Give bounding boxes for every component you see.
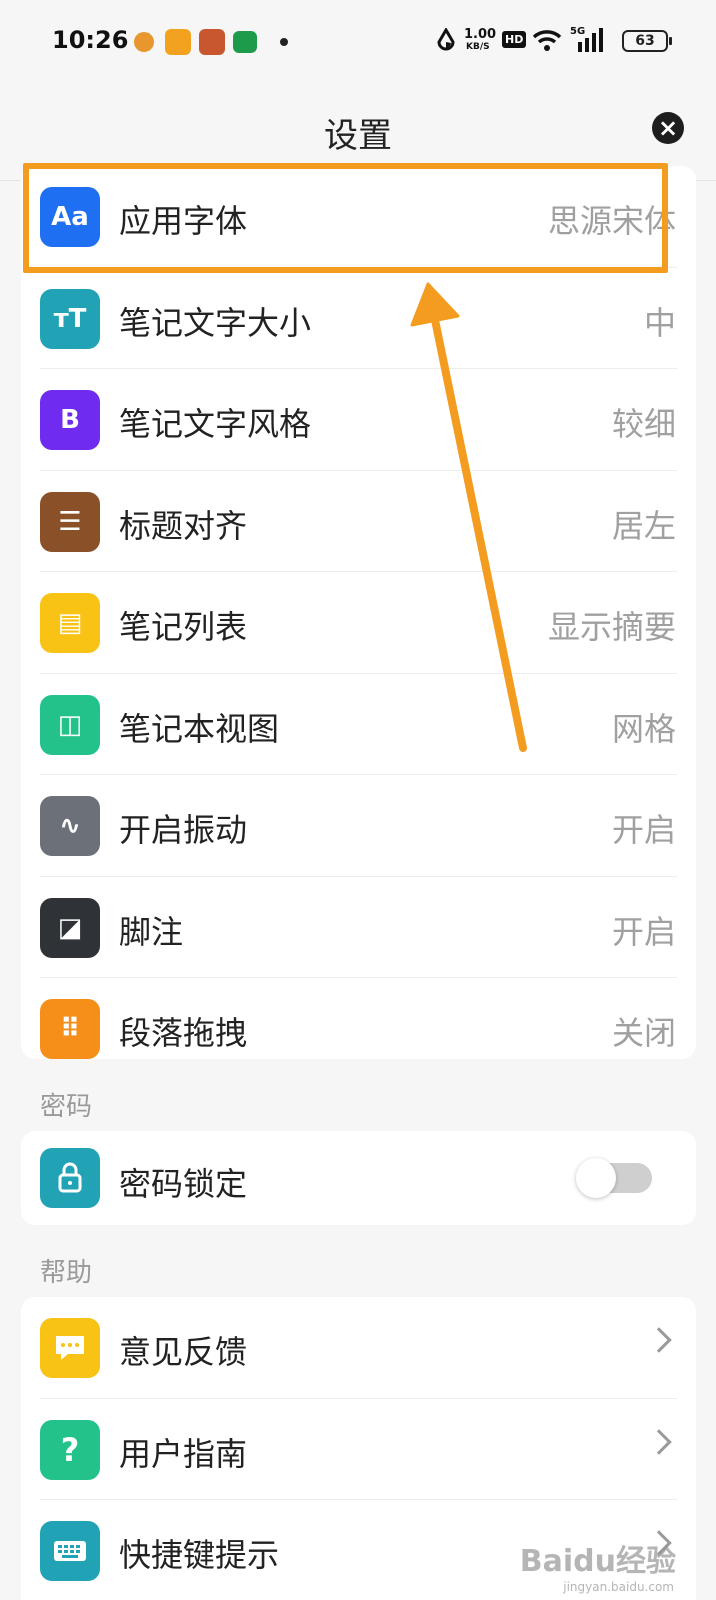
password-lock-toggle[interactable]: [576, 1158, 652, 1198]
text-size-icon: тT: [40, 288, 100, 349]
setting-row-note-list[interactable]: ▤ 笔记列表 显示摘要: [21, 572, 696, 674]
watermark-logo: Baidu经验: [519, 1544, 676, 1579]
help-row-user-guide[interactable]: ? 用户指南: [21, 1399, 696, 1500]
toggle-knob: [576, 1158, 616, 1198]
setting-label: 笔记文字大小: [119, 303, 312, 342]
vibration-icon: ∿: [40, 796, 100, 856]
setting-label: 笔记列表: [119, 608, 248, 646]
feedback-icon: [40, 1318, 100, 1378]
notification-app-icon-2: [165, 29, 191, 55]
setting-label: 段落拖拽: [119, 1014, 248, 1052]
setting-value: 关闭: [611, 1014, 676, 1052]
setting-value: 中: [643, 303, 676, 342]
notification-app-icon-1: [134, 32, 154, 52]
annotation-highlight-box: [23, 163, 668, 273]
grid-view-icon: ◫: [40, 694, 100, 755]
lock-icon: [40, 1148, 100, 1208]
section-heading-password: 密码: [40, 1092, 93, 1122]
hd-badge: HD: [502, 31, 527, 48]
lock-glyph: [58, 1162, 82, 1193]
document-icon: ▤: [40, 593, 100, 653]
close-button[interactable]: ×: [652, 112, 684, 144]
page-title: 设置: [324, 116, 392, 156]
setting-row-vibration[interactable]: ∿ 开启振动 开启: [21, 775, 696, 877]
setting-value: 网格: [611, 709, 676, 748]
setting-label: 标题对齐: [119, 506, 248, 545]
help-row-feedback[interactable]: 意见反馈: [21, 1297, 696, 1399]
keyboard-icon: [40, 1521, 100, 1581]
battery-indicator: 63: [622, 30, 672, 52]
setting-row-notebook-view[interactable]: ◫ 笔记本视图 网格: [21, 674, 696, 775]
status-bar: 10:26 1.00 KB/S HD 5G 63: [0, 0, 716, 84]
wifi-icon: [532, 30, 562, 51]
section-heading-help: 帮助: [40, 1258, 93, 1288]
setting-row-note-text-style[interactable]: B 笔记文字风格 较细: [21, 369, 696, 471]
chevron-right-icon: [646, 1327, 672, 1353]
setting-row-password-lock[interactable]: 密码锁定: [21, 1131, 696, 1225]
setting-row-footnote[interactable]: ◪ 脚注 开启: [21, 877, 696, 978]
settings-card: Aa 应用字体 思源宋体 тT 笔记文字大小 中 B 笔记文字风格 较细 ☰ 标…: [21, 166, 696, 1059]
setting-value: 显示摘要: [547, 608, 676, 646]
net-speed-value: 1.00: [464, 27, 497, 42]
status-time: 10:26: [52, 26, 129, 54]
setting-value: 较细: [611, 405, 676, 443]
more-notifications-dot: [280, 38, 288, 46]
setting-label: 快捷键提示: [119, 1536, 280, 1574]
setting-value: 开启: [611, 912, 676, 951]
setting-label: 脚注: [119, 912, 184, 951]
chat-bubble-glyph: [56, 1336, 84, 1360]
net-speed-unit: KB/S: [466, 42, 490, 52]
setting-label: 密码锁定: [119, 1165, 248, 1203]
watermark-url: jingyan.baidu.com: [563, 1580, 674, 1594]
setting-row-note-text-size[interactable]: тT 笔记文字大小 中: [21, 268, 696, 369]
data-saver-icon: [437, 28, 455, 51]
notification-app-icon-4: [233, 31, 257, 53]
setting-value: 开启: [611, 811, 676, 849]
signal-icon: [578, 28, 603, 52]
setting-label: 开启振动: [119, 811, 248, 849]
setting-label: 笔记文字风格: [119, 405, 312, 443]
password-card: 密码锁定: [21, 1131, 696, 1225]
chevron-right-icon: [646, 1428, 672, 1455]
align-icon: ☰: [40, 491, 100, 552]
setting-value: 居左: [611, 506, 676, 545]
drag-handle-icon: ⠿: [40, 999, 100, 1059]
question-icon: ?: [40, 1419, 100, 1480]
notification-app-icon-3: [199, 29, 225, 55]
footnote-icon: ◪: [40, 897, 100, 958]
close-icon: ×: [657, 114, 679, 142]
setting-label: 用户指南: [119, 1434, 248, 1473]
setting-label: 笔记本视图: [119, 709, 280, 748]
setting-row-paragraph-drag[interactable]: ⠿ 段落拖拽 关闭: [21, 978, 696, 1059]
setting-row-title-align[interactable]: ☰ 标题对齐 居左: [21, 471, 696, 572]
setting-label: 意见反馈: [119, 1333, 248, 1371]
bold-icon: B: [40, 390, 100, 450]
keyboard-glyph: [54, 1541, 86, 1561]
